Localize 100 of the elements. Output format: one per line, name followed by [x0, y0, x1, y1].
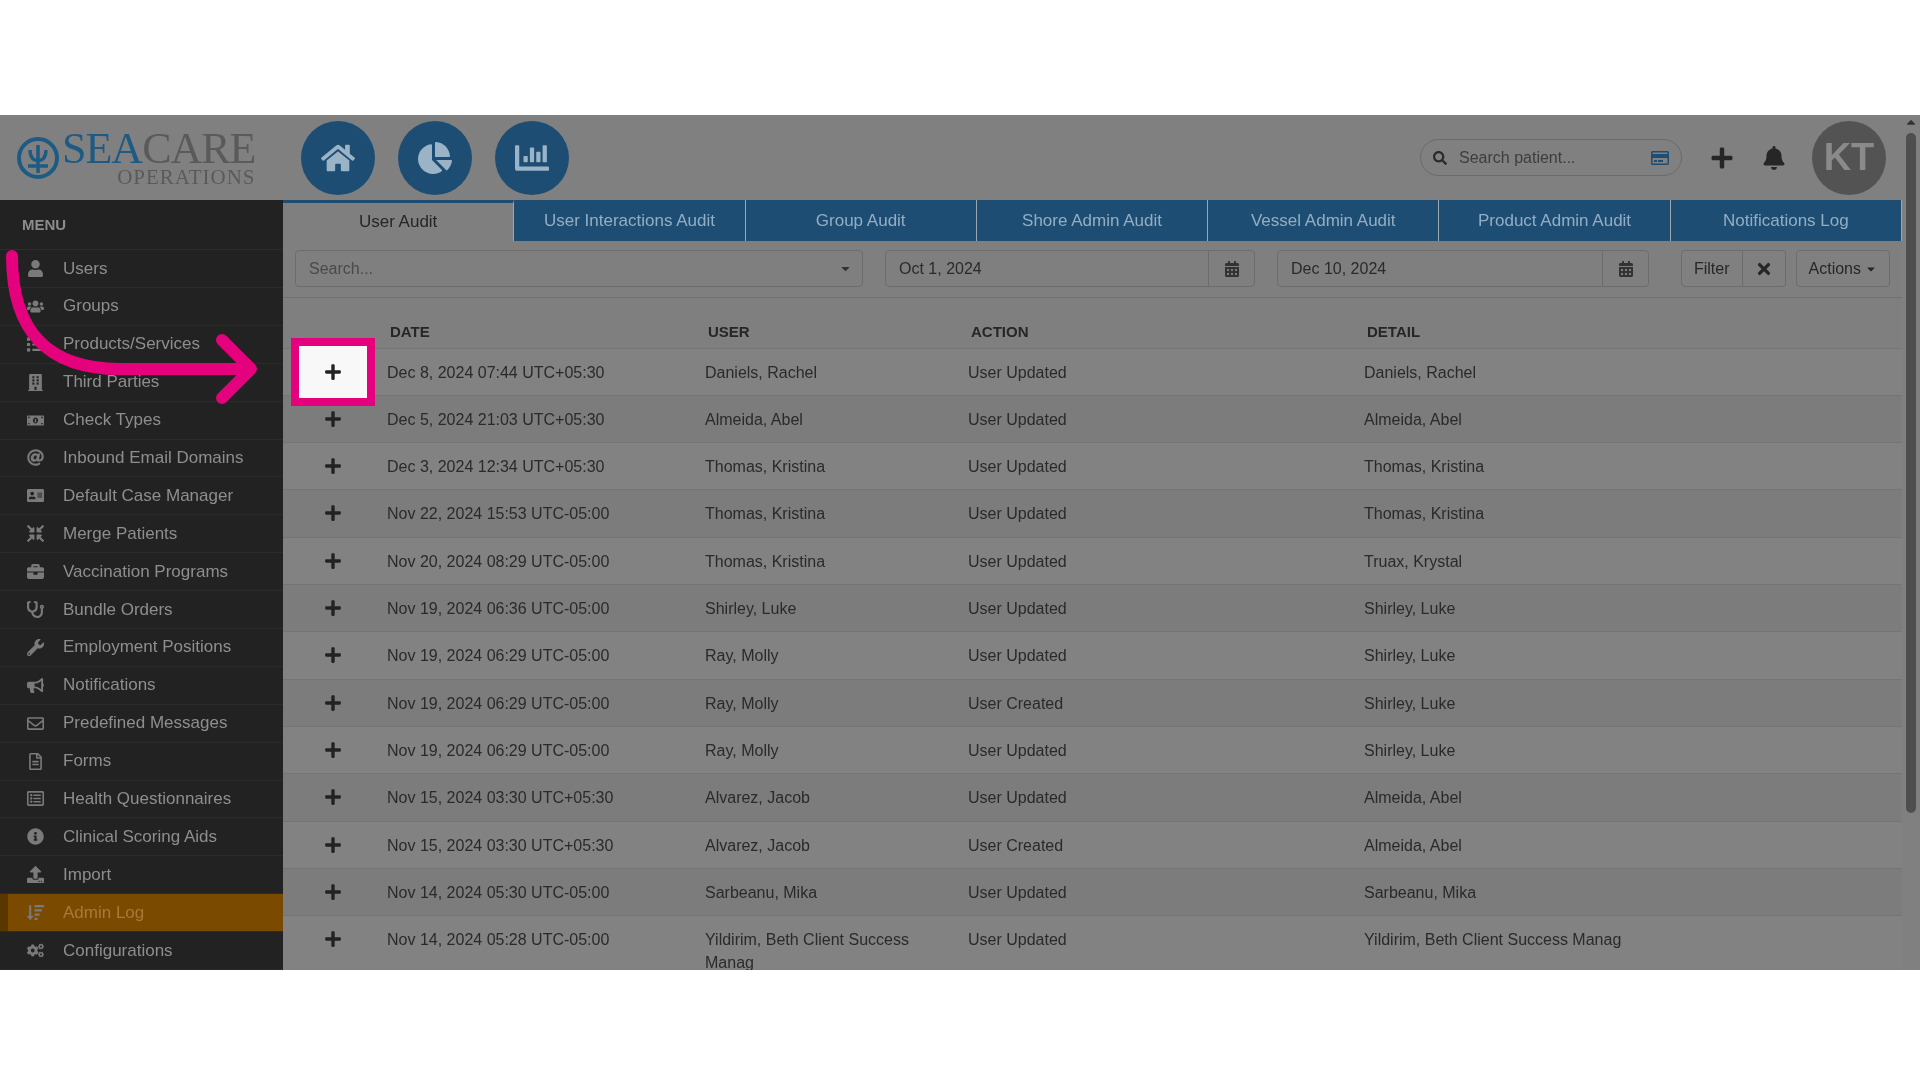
calendar-icon	[1223, 260, 1240, 277]
actions-button[interactable]: Actions	[1795, 250, 1890, 288]
sidebar-item[interactable]: Health Questionnaires	[0, 780, 283, 819]
table-cell-text: User Updated	[967, 930, 1068, 951]
table-cell-text: Shirley, Luke	[1363, 599, 1457, 620]
sidebar-item[interactable]: Notifications	[0, 666, 283, 705]
table-cell-text: Shirley, Luke	[704, 599, 798, 620]
sidebar-item-label: Configurations	[63, 940, 173, 961]
table-cell-text: User Updated	[967, 551, 1068, 572]
column-header[interactable]: DATE	[383, 323, 701, 341]
sidebar-item[interactable]: Users	[0, 250, 283, 288]
sidebar-item[interactable]: Forms	[0, 742, 283, 781]
plus-icon	[324, 930, 342, 949]
sidebar-item[interactable]: Employment Positions	[0, 629, 283, 667]
table-cell-text: Nov 15, 2024 03:30 UTC+05:30	[386, 835, 615, 856]
end-date-field[interactable]: Dec 10, 2024	[1277, 250, 1649, 288]
sidebar-item[interactable]: Vaccination Programs	[0, 553, 283, 592]
tab[interactable]: Vessel Admin Audit	[1208, 200, 1440, 241]
scrollbar-thumb[interactable]	[1906, 133, 1916, 813]
at-sign-icon	[25, 449, 45, 467]
stethoscope-icon	[25, 601, 45, 619]
bell-icon	[1762, 145, 1786, 170]
table-cell-text: User Updated	[967, 788, 1068, 809]
sidebar-item-label: Clinical Scoring Aids	[63, 826, 217, 847]
sort-icon	[25, 904, 45, 922]
tab[interactable]: Notifications Log	[1670, 200, 1902, 241]
clear-button[interactable]	[1742, 250, 1786, 288]
plus-icon	[324, 362, 342, 381]
sidebar-item[interactable]: Clinical Scoring Aids	[0, 818, 283, 857]
wrench-icon	[25, 638, 45, 656]
table-cell-text: Nov 19, 2024 06:36 UTC-05:00	[386, 599, 611, 620]
table-cell-text: Nov 20, 2024 08:29 UTC-05:00	[386, 551, 611, 572]
tab[interactable]: Group Audit	[745, 200, 977, 241]
plus-icon	[324, 599, 342, 618]
sidebar-item[interactable]: Default Case Manager	[0, 477, 283, 516]
envelope-icon	[25, 714, 45, 732]
table-cell-text: Thomas, Kristina	[1363, 504, 1486, 525]
column-header[interactable]: DETAIL	[1360, 323, 1902, 341]
calendar-icon	[1617, 260, 1634, 277]
sidebar-item[interactable]: Third Parties	[0, 363, 283, 402]
sidebar-item-label: Employment Positions	[63, 637, 232, 658]
table-cell-text: Almeida, Abel	[704, 409, 804, 430]
info-icon	[25, 828, 45, 846]
add-button[interactable]	[1710, 145, 1734, 170]
expand-button[interactable]	[291, 337, 375, 406]
table-cell-text: User Updated	[967, 740, 1068, 761]
table-cell-text: Yildirim, Beth Client Success Manag	[704, 930, 910, 970]
sidebar-item-label: Health Questionnaires	[63, 789, 232, 809]
sidebar-item-label: Users	[63, 258, 108, 279]
sidebar-item[interactable]: Configurations	[0, 932, 283, 970]
sidebar-item[interactable]: Predefined Messages	[0, 704, 283, 743]
table-cell-text: Dec 3, 2024 12:34 UTC+05:30	[386, 457, 606, 478]
notifications-button[interactable]	[1762, 145, 1786, 170]
table-cell-text: Shirley, Luke	[1363, 646, 1457, 667]
table-cell-text: Alvarez, Jacob	[704, 788, 811, 809]
tab[interactable]: Product Admin Audit	[1439, 200, 1671, 241]
table-cell-text: Thomas, Kristina	[704, 504, 827, 525]
pie-chart-icon	[418, 140, 452, 175]
table-cell-text: Nov 22, 2024 15:53 UTC-05:00	[386, 504, 611, 525]
sidebar-item[interactable]: Products/Services	[0, 325, 283, 364]
tab[interactable]: Shore Admin Audit	[976, 200, 1209, 241]
table-cell-text: Truax, Krystal	[1363, 551, 1464, 572]
patient-search-field[interactable]: Search patient...	[1420, 139, 1682, 176]
plus-icon	[324, 693, 342, 712]
table-cell-text: Yildirim, Beth Client Success Manag	[1363, 930, 1623, 951]
plus-icon	[324, 457, 342, 476]
start-date-input[interactable]: Oct 1, 2024	[886, 251, 1208, 287]
plus-icon	[324, 409, 342, 428]
tab[interactable]: User Interactions Audit	[514, 200, 746, 241]
table-cell-text: Thomas, Kristina	[704, 457, 827, 478]
patient-search-input[interactable]: Search patient...	[1457, 147, 1641, 168]
table-cell-text: User Updated	[967, 362, 1068, 383]
filter-button[interactable]: Filter	[1680, 250, 1743, 288]
start-date-field[interactable]: Oct 1, 2024	[885, 250, 1255, 288]
sidebar-item-label: Merge Patients	[63, 523, 178, 544]
sidebar-item[interactable]: Merge Patients	[0, 515, 283, 554]
end-date-input[interactable]: Dec 10, 2024	[1278, 251, 1602, 287]
table-cell-text: Nov 19, 2024 06:29 UTC-05:00	[386, 693, 611, 714]
table-cell-text: User Updated	[967, 599, 1068, 620]
table-cell-text: User Updated	[967, 882, 1068, 903]
megaphone-icon	[25, 676, 45, 694]
sidebar-item-label: Products/Services	[63, 334, 200, 355]
column-header[interactable]: USER	[701, 323, 964, 341]
plus-icon	[324, 504, 342, 523]
checklist-icon	[25, 790, 45, 808]
sidebar-item[interactable]: Check Types	[0, 401, 283, 440]
column-header[interactable]: ACTION	[964, 323, 1360, 341]
table-cell-text: Nov 14, 2024 05:28 UTC-05:00	[386, 930, 611, 951]
sidebar-item-label: Default Case Manager	[63, 485, 234, 506]
sidebar-item-label: Check Types	[63, 410, 161, 431]
sidebar-item-label: Import	[63, 864, 112, 885]
sidebar-item-label: Forms	[63, 751, 112, 772]
table-cell-text: Almeida, Abel	[1363, 835, 1463, 856]
tab[interactable]: User Audit	[283, 200, 515, 241]
sidebar-item[interactable]: Groups	[0, 287, 283, 326]
sidebar-item-label: Groups	[63, 296, 119, 317]
sidebar-item[interactable]: Inbound Email Domains	[0, 439, 283, 478]
card-icon[interactable]	[1651, 148, 1669, 167]
building-icon	[25, 373, 45, 391]
sidebar-item[interactable]: Bundle Orders	[0, 591, 283, 629]
